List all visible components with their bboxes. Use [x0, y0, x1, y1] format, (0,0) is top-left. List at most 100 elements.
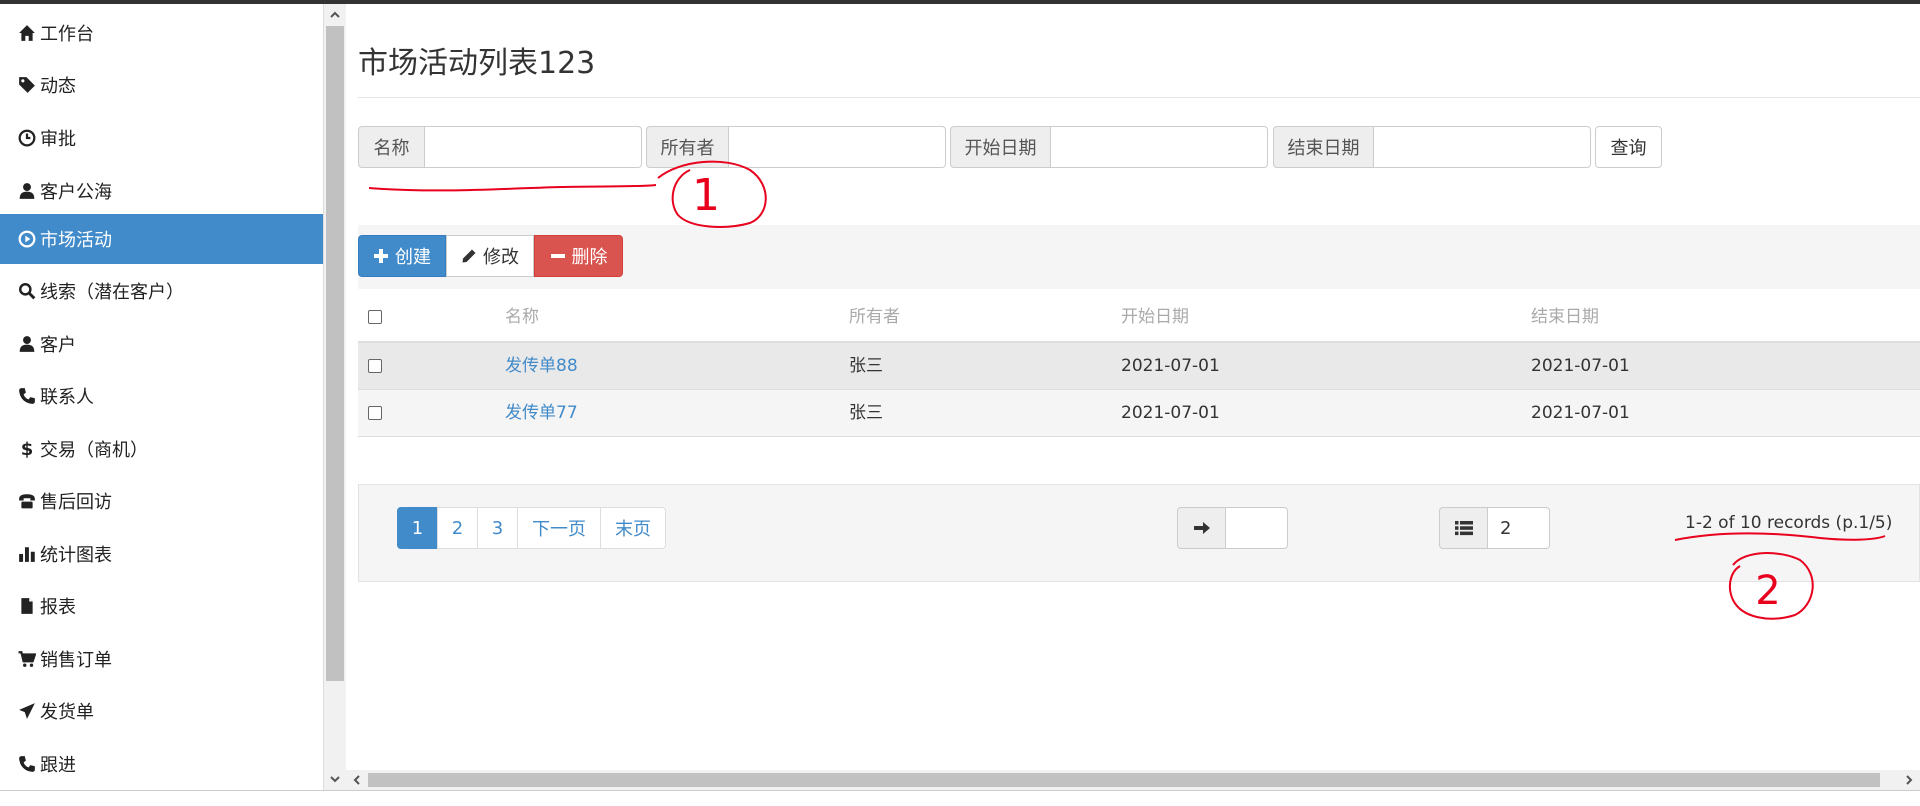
- search-start-date-group: 开始日期: [950, 126, 1268, 168]
- sidebar-item-label: 交易（商机）: [40, 440, 148, 461]
- phone-alt-icon: [19, 494, 35, 509]
- sidebar-item-label: 售后回访: [40, 492, 112, 513]
- page-2-button[interactable]: 2: [437, 507, 478, 549]
- name-label: 名称: [358, 126, 425, 168]
- end-date-label: 结束日期: [1273, 126, 1374, 168]
- activity-name-link[interactable]: 发传单88: [505, 343, 578, 389]
- scroll-right-icon[interactable]: [1902, 773, 1916, 787]
- bar-chart-icon: [19, 547, 35, 562]
- sidebar-item-marketing[interactable]: 市场活动: [0, 214, 323, 264]
- owner-cell: 张三: [849, 403, 883, 423]
- shopping-cart-icon: [18, 651, 36, 667]
- page-list: 1 2 3 下一页 末页: [397, 507, 666, 549]
- sidebar-item-activity[interactable]: 动态: [0, 60, 323, 110]
- file-icon: [21, 598, 33, 614]
- home-icon: [19, 25, 35, 41]
- start-date-input[interactable]: [1051, 126, 1268, 168]
- sidebar-item-label: 发货单: [40, 702, 94, 723]
- header-name: 名称: [505, 307, 539, 327]
- page-size-addon: [1439, 507, 1488, 549]
- sidebar-item-customers[interactable]: 客户: [0, 319, 323, 369]
- plus-icon: [374, 249, 388, 263]
- tag-icon: [19, 77, 35, 93]
- create-button[interactable]: 创建: [358, 235, 446, 277]
- query-button[interactable]: 查询: [1595, 126, 1662, 168]
- page-size-input[interactable]: [1488, 507, 1550, 549]
- sidebar-item-sales-orders[interactable]: 销售订单: [0, 634, 323, 684]
- sidebar-item-label: 报表: [40, 597, 76, 618]
- arrow-right-icon: [1193, 522, 1210, 534]
- search-name-group: 名称: [358, 126, 642, 168]
- select-all-checkbox[interactable]: [368, 310, 382, 324]
- jump-page-input[interactable]: [1226, 507, 1288, 549]
- sidebar-item-after-sales[interactable]: 售后回访: [0, 476, 323, 526]
- scroll-up-icon[interactable]: [328, 8, 342, 22]
- sidebar-item-label: 联系人: [40, 387, 94, 408]
- pencil-icon: [462, 249, 476, 263]
- row-checkbox[interactable]: [368, 406, 382, 420]
- scrollbar-thumb[interactable]: [368, 773, 1880, 787]
- sidebar-item-customer-pool[interactable]: 客户公海: [0, 166, 323, 216]
- name-input[interactable]: [425, 126, 642, 168]
- last-page-button[interactable]: 末页: [600, 507, 666, 549]
- sidebar-item-label: 动态: [40, 76, 76, 97]
- page-1-button[interactable]: 1: [397, 507, 438, 549]
- content-vertical-scrollbar[interactable]: [324, 4, 346, 790]
- jump-button[interactable]: [1177, 507, 1226, 549]
- scroll-down-icon[interactable]: [328, 772, 342, 786]
- pagination-bar: 1 2 3 下一页 末页 1-2 of 10 records (p.1/5): [358, 484, 1920, 582]
- sidebar-item-contacts[interactable]: 联系人: [0, 371, 323, 421]
- sidebar-item-label: 线索（潜在客户）: [40, 282, 184, 303]
- content-horizontal-scrollbar[interactable]: [346, 770, 1920, 790]
- sidebar-item-reports[interactable]: 报表: [0, 581, 323, 631]
- sidebar-item-delivery[interactable]: 发货单: [0, 686, 323, 736]
- sidebar-item-label: 统计图表: [40, 545, 112, 566]
- sidebar-item-deals[interactable]: $ 交易（商机）: [0, 424, 323, 474]
- end-date-input[interactable]: [1374, 126, 1591, 168]
- table-row: 发传单88 张三 2021-07-01 2021-07-01: [358, 343, 1920, 390]
- dollar-icon: $: [20, 438, 34, 460]
- sidebar-item-label: 销售订单: [40, 650, 112, 671]
- owner-label: 所有者: [646, 126, 729, 168]
- send-icon: [19, 703, 35, 719]
- page-size-group: [1439, 507, 1550, 549]
- sidebar-item-label: 客户: [40, 335, 76, 356]
- edit-button[interactable]: 修改: [446, 235, 534, 277]
- minus-icon: [550, 254, 565, 258]
- delete-button[interactable]: 删除: [534, 235, 623, 277]
- scrollbar-thumb[interactable]: [326, 26, 344, 681]
- sidebar-item-leads[interactable]: 线索（潜在客户）: [0, 266, 323, 316]
- sidebar-item-approval[interactable]: 审批: [0, 113, 323, 163]
- user-icon: [19, 183, 35, 199]
- owner-cell: 张三: [849, 356, 883, 376]
- end-date-cell: 2021-07-01: [1531, 356, 1630, 376]
- header-owner: 所有者: [849, 307, 900, 327]
- window-bottom-bar: [0, 790, 1920, 806]
- play-circle-icon: [18, 230, 36, 248]
- sidebar-item-label: 市场活动: [40, 230, 112, 251]
- owner-input[interactable]: [729, 126, 946, 168]
- header-end-date: 结束日期: [1531, 307, 1599, 327]
- list-icon: [1454, 521, 1473, 536]
- records-summary: 1-2 of 10 records (p.1/5): [1685, 513, 1893, 533]
- title-divider: [358, 97, 1920, 98]
- phone-icon: [19, 388, 35, 404]
- next-page-button[interactable]: 下一页: [517, 507, 601, 549]
- page-3-button[interactable]: 3: [477, 507, 518, 549]
- sidebar: 工作台 动态 审批 客户公海 市场活动 线索（潜在客户） 客户 联系人 $ 交易…: [0, 4, 324, 790]
- main-content: 市场活动列表123 名称 所有者 开始日期 结束日期 查询 创建 修改 删除 名…: [346, 4, 1920, 770]
- end-date-cell: 2021-07-01: [1531, 403, 1630, 423]
- start-date-label: 开始日期: [950, 126, 1051, 168]
- sidebar-item-label: 客户公海: [40, 182, 112, 203]
- sidebar-item-charts[interactable]: 统计图表: [0, 529, 323, 579]
- sidebar-item-followup[interactable]: 跟进: [0, 739, 323, 789]
- clock-icon: [18, 129, 36, 147]
- sidebar-item-label: 工作台: [40, 24, 94, 45]
- create-label: 创建: [395, 247, 431, 267]
- activity-name-link[interactable]: 发传单77: [505, 390, 578, 436]
- row-checkbox[interactable]: [368, 359, 382, 373]
- sidebar-item-workbench[interactable]: 工作台: [0, 8, 323, 58]
- scroll-left-icon[interactable]: [350, 773, 364, 787]
- activity-table: 名称 所有者 开始日期 结束日期 发传单88 张三 2021-07-01 202…: [358, 293, 1920, 437]
- table-header: 名称 所有者 开始日期 结束日期: [358, 293, 1920, 343]
